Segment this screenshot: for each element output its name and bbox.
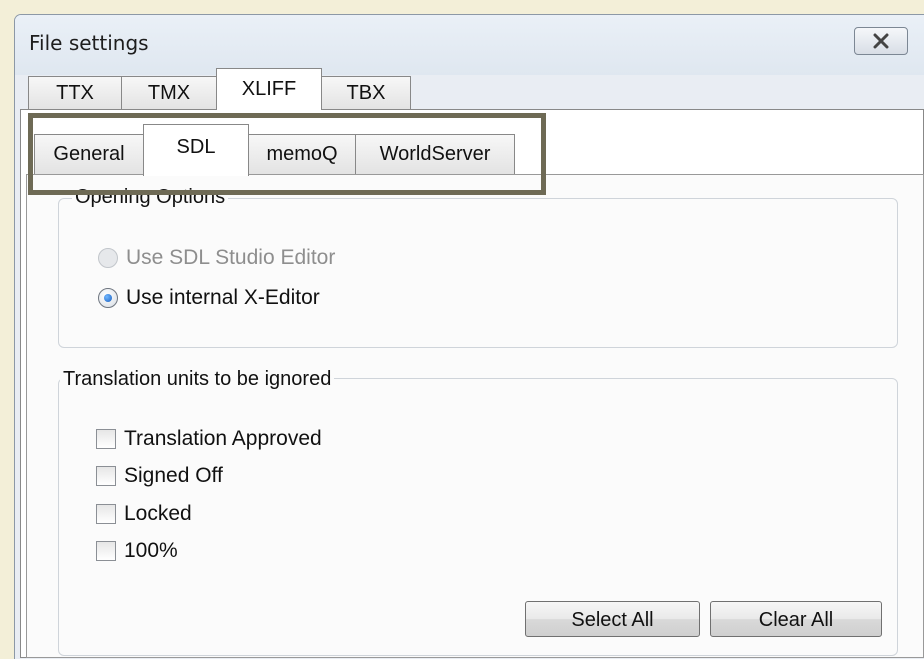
checkbox-locked[interactable]: Locked [96, 502, 192, 526]
tab-xliff[interactable]: XLIFF [216, 68, 322, 110]
checkbox-label: Locked [124, 502, 192, 525]
checkbox-label: Translation Approved [124, 427, 322, 450]
clear-all-button[interactable]: Clear All [710, 601, 882, 637]
radio-use-sdl-studio-editor: Use SDL Studio Editor [98, 246, 335, 270]
checkbox[interactable] [96, 541, 116, 561]
opening-options-group [58, 198, 898, 348]
checkbox-label: Signed Off [124, 464, 223, 487]
tab-label: TMX [147, 82, 191, 104]
radio-label: Use internal X-Editor [126, 286, 320, 309]
close-icon [873, 33, 889, 49]
select-all-button[interactable]: Select All [525, 601, 700, 637]
radio-button[interactable] [98, 288, 118, 308]
tab-label: TTX [56, 82, 94, 104]
checkbox-label: 100% [124, 539, 178, 562]
checkbox-signed-off[interactable]: Signed Off [96, 464, 223, 488]
radio-label: Use SDL Studio Editor [126, 246, 336, 269]
checkbox[interactable] [96, 429, 116, 449]
tab-ttx[interactable]: TTX [28, 76, 122, 110]
tab-label: TBX [346, 82, 386, 104]
dialog-title: File settings [29, 31, 149, 55]
checkbox[interactable] [96, 466, 116, 486]
tab-label: XLIFF [241, 78, 297, 100]
radio-button [98, 248, 118, 268]
tab-tmx[interactable]: TMX [121, 76, 217, 110]
tab-tbx[interactable]: TBX [321, 76, 411, 110]
checkbox-100-percent[interactable]: 100% [96, 539, 178, 563]
ignored-units-legend: Translation units to be ignored [60, 368, 335, 391]
checkbox-translation-approved[interactable]: Translation Approved [96, 427, 322, 451]
radio-use-internal-x-editor[interactable]: Use internal X-Editor [98, 286, 320, 310]
title-bar: File settings [15, 15, 924, 75]
checkbox[interactable] [96, 504, 116, 524]
close-button[interactable] [854, 27, 908, 55]
highlight-frame [28, 113, 546, 195]
